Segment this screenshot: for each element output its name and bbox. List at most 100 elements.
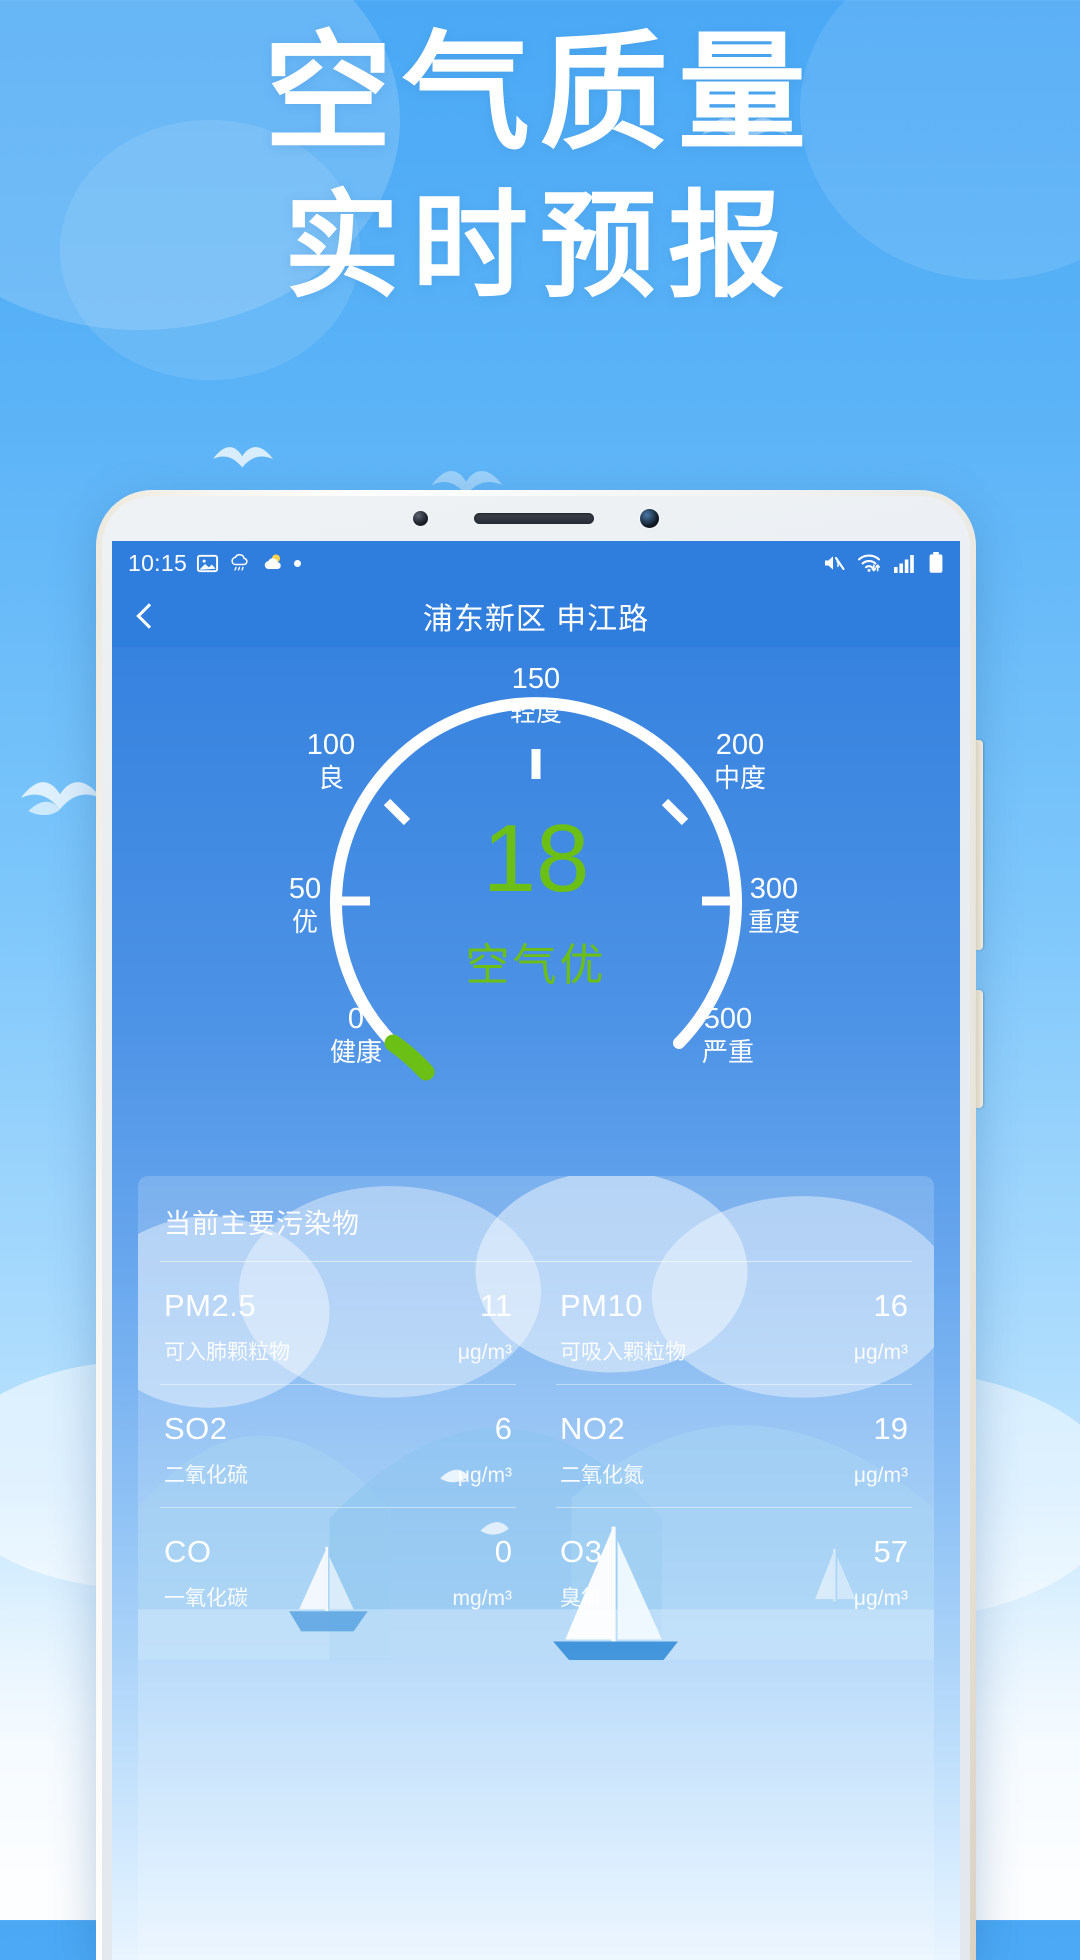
phone-bezel: 10:15 浦东新区 申江路 18 空气优 0 健康 50 优 100 良 15… (102, 496, 970, 1960)
pollutant-value: 19 (873, 1411, 908, 1446)
status-time: 10:15 (128, 549, 188, 576)
rain-cloud-icon (231, 553, 248, 571)
gauge-label-100: 100 良 (271, 729, 391, 793)
gauge-label-0: 0 健康 (296, 1003, 416, 1067)
sun-cloud-icon (264, 554, 281, 570)
chevron-left-icon (136, 603, 162, 629)
status-bar-right (821, 551, 944, 575)
promo-banner: 空气质量 实时预报 (0, 18, 1080, 316)
pollutant-row-bottom: 二氧化氮 μg/m³ (556, 1447, 912, 1507)
phone-screen: 10:15 浦东新区 申江路 18 空气优 0 健康 50 优 100 良 15… (112, 541, 960, 1960)
pollutant-row-bottom: 一氧化碳 mg/m³ (160, 1570, 516, 1630)
pollutant-value: 57 (873, 1534, 908, 1569)
pollutant-desc: 二氧化氮 (560, 1464, 644, 1487)
pollutants-title: 当前主要污染物 (164, 1209, 360, 1239)
gauge-label-100-value: 100 (306, 729, 356, 761)
gauge-label-200-value: 200 (715, 729, 765, 761)
gauge-label-300: 300 重度 (714, 873, 834, 937)
pollutant-row-top: NO2 19 (556, 1385, 912, 1447)
gauge-label-500-value: 500 (703, 1003, 753, 1035)
aqi-category: 空气优 (465, 941, 607, 990)
pollutant-name: SO2 (164, 1411, 228, 1446)
pollutant-unit: μg/m³ (457, 1464, 512, 1487)
gauge-label-200: 200 中度 (680, 729, 800, 793)
pollutant-item-co[interactable]: CO 0 一氧化碳 mg/m³ (160, 1508, 536, 1630)
earpiece-speaker (474, 513, 594, 524)
pollutant-desc: 一氧化碳 (164, 1587, 248, 1610)
status-bar: 10:15 (112, 541, 960, 585)
aqi-gauge: 18 空气优 0 健康 50 优 100 良 150 轻度 200 中度 300… (256, 661, 816, 1161)
gauge-label-300-value: 300 (749, 873, 799, 905)
pollutant-row-bottom: 臭氧 μg/m³ (556, 1570, 912, 1630)
gauge-label-50-name: 优 (291, 906, 318, 937)
pollutant-item-so2[interactable]: SO2 6 二氧化硫 μg/m³ (160, 1385, 536, 1508)
pollutant-name: PM10 (560, 1288, 643, 1323)
mute-icon (825, 556, 845, 571)
phone-mockup: 10:15 浦东新区 申江路 18 空气优 0 健康 50 优 100 良 15… (96, 490, 983, 1960)
gauge-label-150-name: 轻度 (509, 696, 562, 727)
wifi-icon (857, 554, 881, 572)
battery-icon (929, 552, 943, 573)
pollutant-value: 0 (494, 1534, 512, 1569)
pollutant-unit: μg/m³ (853, 1587, 908, 1610)
banner-line-1: 空气质量 (263, 18, 816, 168)
pollutant-row-top: O3 57 (556, 1508, 912, 1570)
gauge-label-0-value: 0 (347, 1003, 365, 1035)
pollutant-row-top: PM10 16 (556, 1262, 912, 1324)
pollutant-desc: 可吸入颗粒物 (560, 1341, 686, 1364)
page-title: 浦东新区 申江路 (422, 603, 650, 636)
pollutant-unit: μg/m³ (853, 1464, 908, 1487)
pollutants-grid: PM2.5 11 可入肺颗粒物 μg/m³ PM10 16 可吸入颗粒物 μg/… (160, 1262, 912, 1630)
back-button[interactable] (134, 601, 164, 631)
gauge-label-300-name: 重度 (747, 906, 800, 937)
image-icon (197, 554, 219, 572)
pollutant-unit: mg/m³ (452, 1587, 513, 1610)
pollutant-item-no2[interactable]: NO2 19 二氧化氮 μg/m³ (536, 1385, 912, 1508)
gauge-label-100-name: 良 (317, 762, 344, 793)
pollutant-value: 6 (494, 1411, 512, 1446)
pollutants-content: 当前主要污染物 PM2.5 11 可入肺颗粒物 μg/m³ PM10 16 可吸… (160, 1176, 912, 1630)
dot-icon (294, 559, 302, 567)
pollutant-row-bottom: 可吸入颗粒物 μg/m³ (556, 1324, 912, 1384)
gauge-label-150: 150 轻度 (476, 663, 596, 727)
pollutant-desc: 臭氧 (560, 1587, 602, 1610)
power-button[interactable] (976, 990, 983, 1108)
pollutant-name: CO (164, 1534, 212, 1569)
volume-button[interactable] (976, 740, 983, 950)
pollutant-row-bottom: 二氧化硫 μg/m³ (160, 1447, 516, 1507)
pollutant-item-o3[interactable]: O3 57 臭氧 μg/m³ (536, 1508, 912, 1630)
pollutant-name: PM2.5 (164, 1288, 257, 1323)
front-camera-icon (640, 509, 659, 528)
pollutant-desc: 二氧化硫 (164, 1464, 248, 1487)
seagull-icon-left (20, 782, 102, 816)
status-bar-left: 10:15 (128, 549, 302, 577)
signal-icon (894, 555, 914, 573)
pollutant-value: 16 (873, 1288, 908, 1323)
pollutant-desc: 可入肺颗粒物 (164, 1341, 290, 1364)
gauge-label-500-name: 严重 (701, 1036, 754, 1067)
pollutant-name: O3 (560, 1534, 603, 1569)
phone-notch (112, 496, 960, 541)
gauge-label-200-name: 中度 (713, 762, 766, 793)
gauge-label-50: 50 优 (250, 873, 360, 937)
pollutant-name: NO2 (560, 1411, 626, 1446)
pollutant-unit: μg/m³ (853, 1341, 908, 1364)
banner-line-2: 实时预报 (284, 178, 796, 315)
pollutant-row-bottom: 可入肺颗粒物 μg/m³ (160, 1324, 516, 1384)
gauge-label-0-name: 健康 (329, 1036, 382, 1067)
seagull-icon-banner (212, 447, 274, 468)
pollutant-row-top: CO 0 (160, 1508, 516, 1570)
proximity-sensor-icon (413, 511, 428, 526)
pollutant-item-pm25[interactable]: PM2.5 11 可入肺颗粒物 μg/m³ (160, 1262, 536, 1385)
pollutant-row-top: PM2.5 11 (160, 1262, 516, 1324)
pollutant-unit: μg/m³ (457, 1341, 512, 1364)
pollutants-card: 当前主要污染物 PM2.5 11 可入肺颗粒物 μg/m³ PM10 16 可吸… (138, 1176, 934, 1960)
aqi-gauge-section: 18 空气优 0 健康 50 优 100 良 150 轻度 200 中度 300… (112, 647, 960, 1167)
gauge-label-150-value: 150 (511, 663, 561, 695)
gauge-label-500: 500 严重 (668, 1003, 788, 1067)
app-title-bar: 浦东新区 申江路 (112, 585, 960, 647)
pollutant-item-pm10[interactable]: PM10 16 可吸入颗粒物 μg/m³ (536, 1262, 912, 1385)
pollutant-row-top: SO2 6 (160, 1385, 516, 1447)
gauge-label-50-value: 50 (288, 873, 322, 905)
pollutant-value: 11 (479, 1288, 512, 1323)
